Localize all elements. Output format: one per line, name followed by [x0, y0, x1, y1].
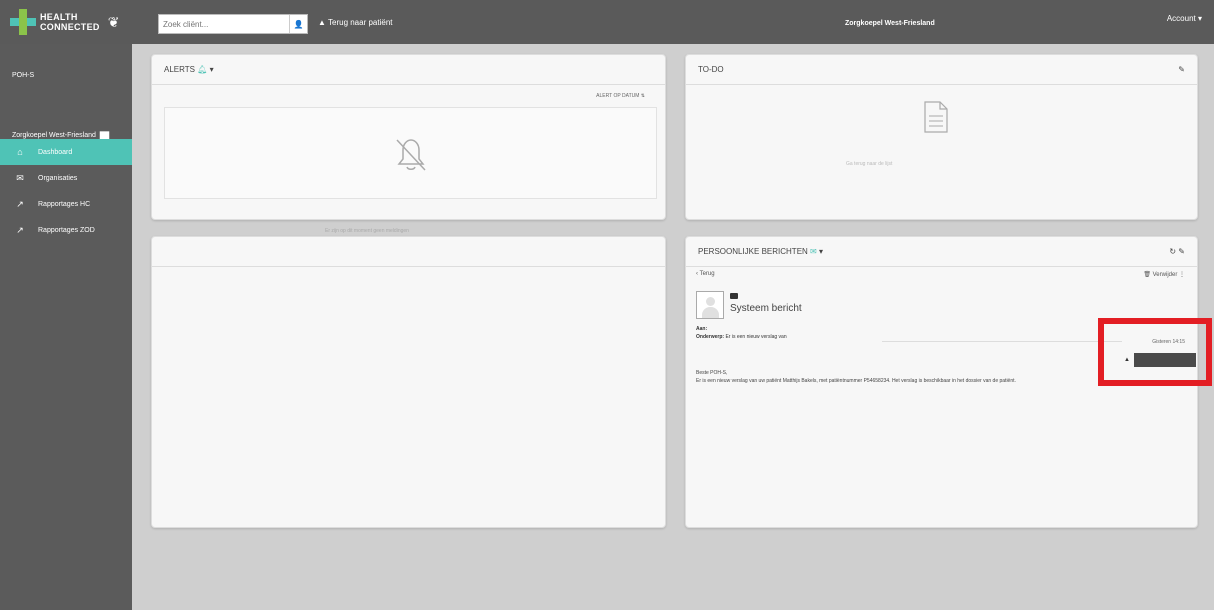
divider — [882, 341, 1122, 342]
logo-cross-icon — [10, 9, 36, 35]
sort-icon: ⇅ — [640, 93, 645, 99]
message-text: Er is een nieuw verslag van uw patiënt M… — [696, 378, 1016, 384]
sidebar-item-label: Rapportages HC — [38, 200, 91, 208]
refresh-icon[interactable]: ↻ — [1169, 247, 1176, 256]
sidebar-item-label: Rapportages ZOD — [38, 226, 95, 234]
bell-off-icon — [396, 139, 426, 171]
alerts-title: ALERTS — [164, 65, 195, 74]
organization-name: Zorgkoepel West-Friesland — [12, 131, 96, 139]
search-user-button[interactable]: 👤 — [289, 15, 307, 33]
top-bar: HEALTH CONNECTED ❦ 👤 ▲ Terug naar patiën… — [0, 0, 1214, 44]
alerts-list: Er zijn op dit moment geen meldingen — [164, 107, 657, 234]
back-to-patient-link[interactable]: ▲ Terug naar patiënt — [318, 18, 393, 27]
account-menu[interactable]: Account ▾ — [1167, 14, 1202, 23]
chevron-left-icon: ‹ — [696, 271, 698, 277]
envelope-icon[interactable]: ✉ — [810, 247, 817, 256]
to-label: Aan: — [696, 326, 708, 332]
subject-label: Onderwerp: — [696, 334, 725, 340]
empty-panel — [151, 236, 666, 528]
bell-icon[interactable]: 🔔︎ — [197, 65, 207, 74]
leaf-icon: ❦ — [107, 13, 120, 30]
message-meta: Aan: Onderwerp: Er is een nieuw verslag … — [696, 325, 787, 341]
envelope-icon: ✉ — [16, 172, 24, 183]
message-type-icon — [730, 293, 738, 299]
sidebar-item-label: Organisaties — [38, 174, 78, 182]
client-search: 👤 — [158, 14, 308, 34]
chart-icon: ↗ — [16, 224, 24, 235]
back-button[interactable]: ‹ Terug — [696, 271, 715, 277]
message-body: Beste POH-S, Er is een nieuw verslag van… — [696, 369, 1126, 385]
dropdown-caret-icon[interactable]: ▾ — [210, 65, 214, 74]
sidebar-item-organisaties[interactable]: ✉ Organisaties — [0, 165, 132, 191]
delete-button[interactable]: 🗑︎ Verwijder ⋮ — [1143, 271, 1185, 278]
todo-title: TO-DO — [698, 65, 724, 74]
organization-title: Zorgkoepel West-Friesland — [845, 20, 935, 27]
sidebar-item-label: Dashboard — [38, 148, 73, 156]
highlight-box — [1098, 318, 1212, 386]
alert-sort-label: ALERT OP DATUM — [596, 93, 640, 99]
sender-avatar — [696, 291, 724, 319]
edit-icon[interactable]: ✎ — [1178, 65, 1185, 74]
logo-text-line2: CONNECTED — [40, 22, 100, 32]
dropdown-caret-icon[interactable]: ▾ — [819, 247, 823, 256]
current-user: POH-S — [12, 72, 35, 79]
alerts-panel: ALERTS 🔔︎ ▾ ALERT OP DATUM ⇅ Er zijn op … — [151, 54, 666, 234]
back-label: Terug — [699, 271, 715, 277]
alerts-empty-text: Er zijn op dit moment geen meldingen — [325, 228, 409, 234]
back-to-patient-label: Terug naar patiënt — [328, 18, 393, 27]
sidebar-item-dashboard[interactable]: ⌂ Dashboard — [0, 139, 132, 165]
message-subject: Er is een nieuw verslag van — [725, 334, 787, 340]
document-icon — [924, 101, 948, 133]
person-icon: ▲ — [318, 18, 326, 27]
messages-title: PERSOONLIJKE BERICHTEN — [698, 247, 808, 256]
message-sender: Systeem bericht — [730, 303, 802, 314]
health-connected-logo[interactable]: HEALTH CONNECTED ❦ — [10, 8, 119, 36]
user-search-icon: 👤 — [293, 19, 304, 29]
chart-icon: ↗ — [16, 198, 24, 209]
logo-text-line1: HEALTH — [40, 12, 78, 22]
sidebar-item-rapportages-zod[interactable]: ↗ Rapportages ZOD — [0, 217, 132, 243]
message-greeting: Beste POH-S, — [696, 370, 728, 376]
delete-label: Verwijder — [1152, 272, 1178, 278]
alert-sort-toggle[interactable]: ALERT OP DATUM ⇅ — [596, 93, 645, 99]
more-icon[interactable]: ⋮ — [1179, 272, 1185, 278]
todo-panel: TO-DO ✎ Ga terug naar de lijst — [685, 54, 1198, 220]
client-search-input[interactable] — [159, 15, 289, 33]
trash-icon: 🗑︎ — [1143, 272, 1151, 278]
sidebar-item-rapportages-hc[interactable]: ↗ Rapportages HC — [0, 191, 132, 217]
edit-icon[interactable]: ✎ — [1178, 247, 1185, 256]
sidebar: POH-S Zorgkoepel West-Friesland ▆ ⌂ Dash… — [0, 44, 132, 610]
todo-empty-text: Ga terug naar de lijst — [846, 161, 893, 167]
home-icon: ⌂ — [17, 147, 23, 157]
